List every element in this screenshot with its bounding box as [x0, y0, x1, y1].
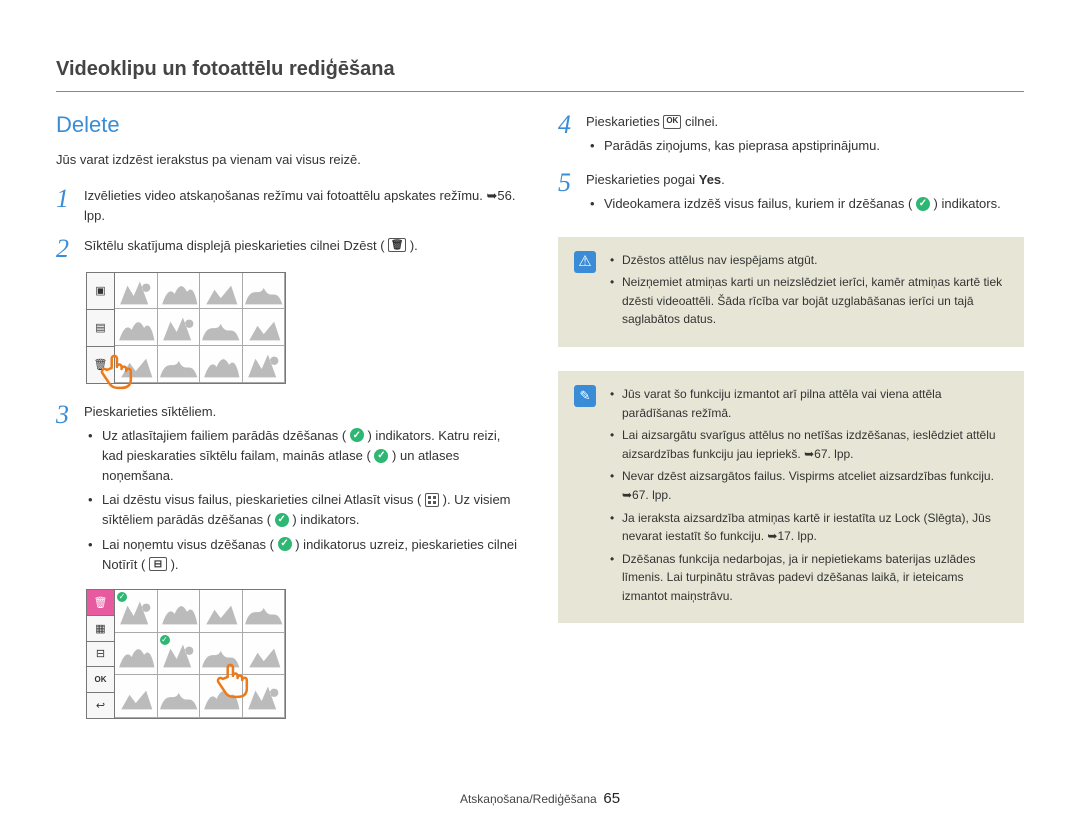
step-number: 3: [56, 402, 74, 428]
thumbnail-figure-2: 🗑 ▦ ⊟ OK ↩: [86, 589, 286, 719]
step-1: 1 Izvēlieties video atskaņošanas režīmu …: [56, 186, 522, 226]
note-item-1: Jūs varat šo funkciju izmantot arī pilna…: [610, 385, 1008, 422]
ok-icon: [663, 115, 681, 129]
side-tab-video: ▣: [87, 273, 114, 310]
side-tab-back: ↩: [87, 693, 114, 718]
warning-icon: [574, 251, 596, 273]
thumbnail-figure-1: ▣ ▤ 🗑: [86, 272, 286, 384]
note-item-4: Ja ieraksta aizsardzība atmiņas kartē ir…: [610, 509, 1008, 546]
warning-item-2: Neizņemiet atmiņas karti un neizslēdziet…: [610, 273, 1008, 329]
step-2-text-b: ).: [410, 238, 418, 253]
note-item-3: Nevar dzēst aizsargātos failus. Vispirms…: [610, 467, 1008, 504]
check-icon: [278, 537, 292, 551]
step-2: 2 Sīktēlu skatījuma displejā pieskarieti…: [56, 236, 522, 262]
clear-icon: [149, 557, 167, 571]
step-5-bullet: Videokamera izdzēš visus failus, kuriem …: [590, 194, 1024, 214]
side-tab-trash: 🗑: [87, 590, 114, 616]
page-footer: Atskaņošana/Rediģēšana 65: [0, 790, 1080, 807]
side-tab-photo: ▤: [87, 310, 114, 347]
intro-text: Jūs varat izdzēst ierakstus pa vienam va…: [56, 150, 522, 170]
warning-box: Dzēstos attēlus nav iespējams atgūt. Nei…: [558, 237, 1024, 347]
side-tab-trash: 🗑: [87, 347, 114, 383]
step-4-text-a: Pieskarieties: [586, 114, 663, 129]
footer-text: Atskaņošana/Rediģēšana: [460, 792, 597, 806]
note-item-5: Dzēšanas funkcija nedarbojas, ja ir nepi…: [610, 550, 1008, 606]
step-5: 5 Pieskarieties pogai Yes. Videokamera i…: [558, 170, 1024, 218]
step-3-bullet-1: Uz atlasītajiem failiem parādās dzēšanas…: [88, 426, 522, 486]
step-1-text: Izvēlieties video atskaņošanas režīmu va…: [84, 188, 515, 223]
step-3-bullet-2: Lai dzēstu visus failus, pieskarieties c…: [88, 490, 522, 530]
side-tab-ok: OK: [87, 667, 114, 693]
step-5-text-b: .: [721, 172, 725, 187]
trash-icon: [388, 238, 406, 252]
step-5-text-a: Pieskarieties pogai: [586, 172, 699, 187]
side-tab-clear: ⊟: [87, 642, 114, 668]
warning-item-1: Dzēstos attēlus nav iespējams atgūt.: [610, 251, 1008, 270]
step-4: 4 Pieskarieties cilnei. Parādās ziņojums…: [558, 112, 1024, 160]
check-icon: [374, 449, 388, 463]
step-4-text-b: cilnei.: [685, 114, 718, 129]
step-number: 5: [558, 170, 576, 196]
step-4-bullet: Parādās ziņojums, kas pieprasa apstiprin…: [590, 136, 1024, 156]
side-tab-select-all: ▦: [87, 616, 114, 642]
select-all-icon: [425, 493, 439, 507]
step-5-yes: Yes: [699, 172, 721, 187]
check-icon: [275, 513, 289, 527]
step-3-text: Pieskarieties sīktēliem.: [84, 402, 522, 422]
step-2-text-a: Sīktēlu skatījuma displejā pieskarieties…: [84, 238, 385, 253]
check-icon: [916, 197, 930, 211]
step-3-bullet-3: Lai noņemtu visus dzēšanas ( ) indikator…: [88, 535, 522, 575]
step-number: 4: [558, 112, 576, 138]
step-3: 3 Pieskarieties sīktēliem. Uz atlasītaji…: [56, 402, 522, 579]
page-title: Videoklipu un fotoattēlu rediģēšana: [56, 58, 1024, 92]
note-icon: [574, 385, 596, 407]
step-number: 2: [56, 236, 74, 262]
note-item-2: Lai aizsargātu svarīgus attēlus no netīš…: [610, 426, 1008, 463]
note-box: Jūs varat šo funkciju izmantot arī pilna…: [558, 371, 1024, 624]
page-number: 65: [603, 790, 620, 807]
step-number: 1: [56, 186, 74, 212]
check-icon: [350, 428, 364, 442]
section-title: Delete: [56, 112, 522, 138]
